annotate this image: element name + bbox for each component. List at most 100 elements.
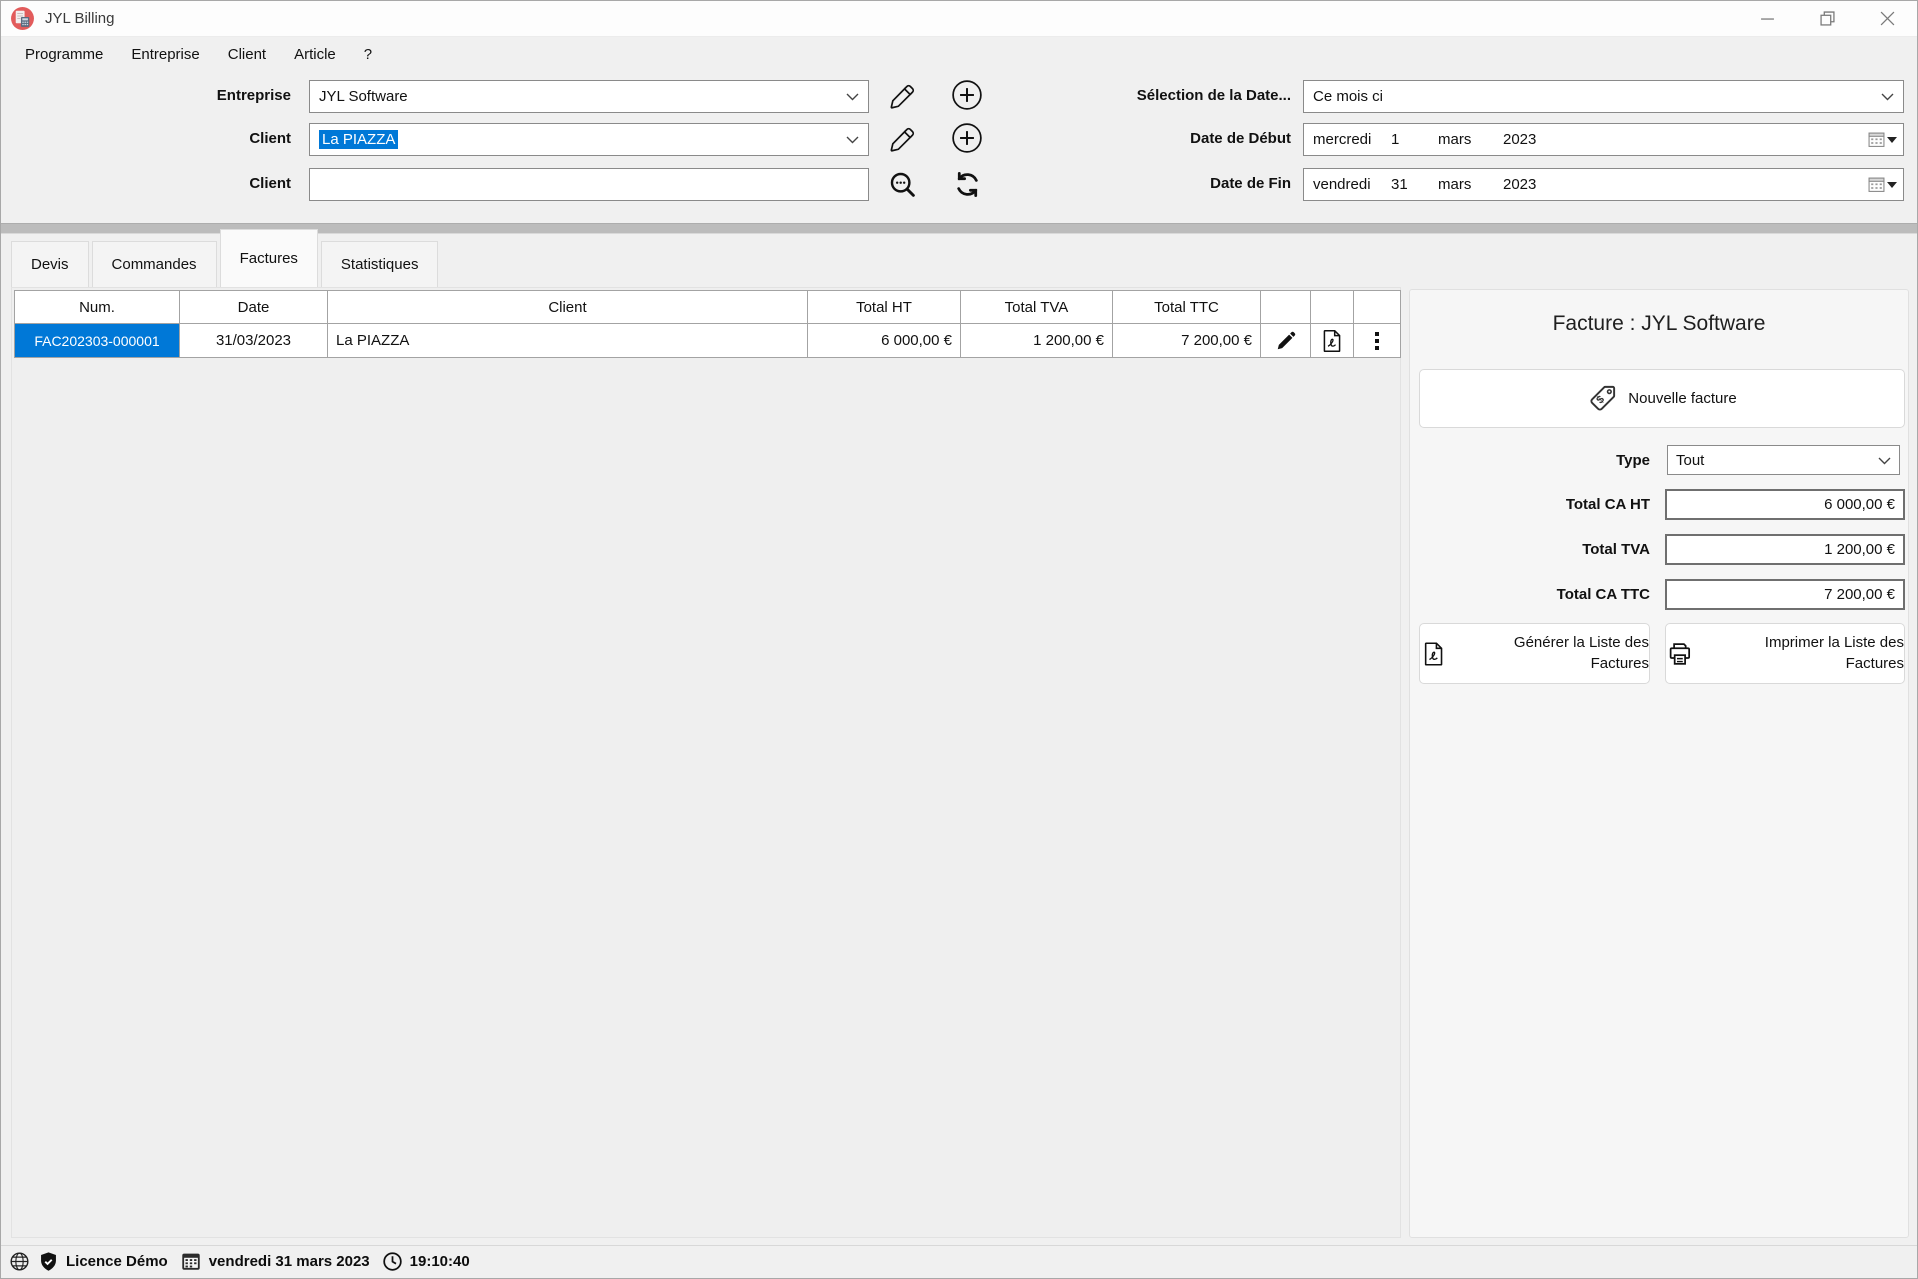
refresh-icon [953,170,982,199]
tab-factures[interactable]: Factures [220,229,318,287]
invoice-row-total-ttc[interactable]: 7 200,00 € [1113,324,1260,357]
restore-icon [1820,11,1835,26]
window-title: JYL Billing [45,10,114,27]
menu-help[interactable]: ? [364,46,372,63]
type-combobox[interactable]: Tout [1667,445,1900,475]
globe-icon [9,1251,30,1272]
entreprise-value: JYL Software [319,88,408,105]
chevron-down-icon [846,136,859,144]
calendar-dropdown-icon[interactable] [1868,176,1897,193]
add-entreprise-button[interactable] [950,78,984,112]
statusbar: Licence Démo vendredi 31 mars 2023 19:10… [1,1245,1917,1276]
invoice-row-client[interactable]: La PIAZZA [328,324,807,357]
column-header-more [1354,291,1400,323]
generate-invoice-list-button[interactable]: Générer la Liste des Factures [1419,623,1650,684]
plus-circle-icon [951,122,983,154]
date-selection-label: Sélection de la Date... [1041,87,1291,104]
menu-client[interactable]: Client [228,46,266,63]
date-end-dayname: vendredi [1313,176,1391,193]
entreprise-combobox[interactable]: JYL Software [309,80,869,113]
pencil-filled-icon [1275,330,1297,352]
column-header-total-ht[interactable]: Total HT [808,291,960,323]
pdf-icon [1319,328,1345,354]
close-button[interactable] [1857,1,1917,36]
tab-devis[interactable]: Devis [11,241,89,287]
date-selection-value: Ce mois ci [1313,88,1383,105]
licence-text: Licence Démo [66,1253,168,1270]
minimize-icon [1760,11,1775,26]
generate-invoice-list-label: Générer la Liste des Factures [1457,633,1649,674]
date-start-picker[interactable]: mercredi1mars2023 [1303,123,1904,156]
date-start-dayname: mercredi [1313,131,1391,148]
tabstrip: Devis Commandes Factures Statistiques [11,227,441,287]
edit-client-button[interactable] [885,122,919,156]
type-value: Tout [1676,452,1704,469]
invoice-row-more-button[interactable] [1354,324,1400,357]
invoice-row-total-ht[interactable]: 6 000,00 € [808,324,960,357]
print-invoice-list-label: Imprimer la Liste des Factures [1704,633,1904,674]
refresh-button[interactable] [950,167,984,201]
invoice-list-container: Num. Date Client Total HT Total TVA Tota… [11,287,1401,1238]
column-header-client[interactable]: Client [328,291,807,323]
date-start-day: 1 [1391,131,1438,148]
shield-check-icon [38,1251,59,1272]
menu-entreprise[interactable]: Entreprise [131,46,199,63]
clock-icon [382,1251,403,1272]
app-window: JYL Billing Programme Entreprise Client … [0,0,1918,1279]
total-ca-ht-label: Total CA HT [1470,496,1650,513]
invoice-row-total-tva[interactable]: 1 200,00 € [961,324,1112,357]
total-ca-ttc-label: Total CA TTC [1470,586,1650,603]
plus-circle-icon [951,79,983,111]
client-search-input[interactable] [309,168,869,201]
date-end-day: 31 [1391,176,1438,193]
date-end-month: mars [1438,176,1503,193]
total-ca-ttc-value: 7 200,00 € [1665,579,1905,610]
restore-button[interactable] [1797,1,1857,36]
minimize-button[interactable] [1737,1,1797,36]
total-tva-value: 1 200,00 € [1665,534,1905,565]
pencil-icon [889,83,916,110]
date-end-year: 2023 [1503,176,1536,193]
total-ca-ht-value: 6 000,00 € [1665,489,1905,520]
price-tag-icon: $ [1587,383,1618,414]
invoice-row-date[interactable]: 31/03/2023 [180,324,327,357]
invoice-row-pdf-button[interactable] [1311,324,1353,357]
search-client-button[interactable] [885,167,919,201]
status-date: vendredi 31 mars 2023 [209,1253,370,1270]
column-header-total-ttc[interactable]: Total TTC [1113,291,1260,323]
invoice-row-num[interactable]: FAC202303-000001 [15,324,179,357]
print-invoice-list-button[interactable]: Imprimer la Liste des Factures [1665,623,1905,684]
facture-panel: Facture : JYL Software $ Nouvelle factur… [1409,289,1909,1238]
date-end-picker[interactable]: vendredi31mars2023 [1303,168,1904,201]
date-start-label: Date de Début [1041,130,1291,147]
add-client-button[interactable] [950,121,984,155]
date-end-label: Date de Fin [1041,175,1291,192]
calendar-dropdown-icon[interactable] [1868,131,1897,148]
pencil-icon [889,126,916,153]
column-header-total-tva[interactable]: Total TVA [961,291,1112,323]
menu-programme[interactable]: Programme [25,46,103,63]
client-combobox[interactable]: La PIAZZA [309,123,869,156]
kebab-menu-icon [1375,329,1379,353]
new-invoice-button[interactable]: $ Nouvelle facture [1419,369,1905,428]
calendar-icon [180,1250,202,1272]
search-options-icon [888,170,917,199]
date-selection-combobox[interactable]: Ce mois ci [1303,80,1904,113]
client-value-selected: La PIAZZA [319,130,398,149]
invoice-table: Num. Date Client Total HT Total TVA Tota… [14,290,1401,358]
titlebar: JYL Billing [1,1,1917,37]
filter-toolbar: Entreprise JYL Software Client La PIAZZA… [1,71,1917,223]
chevron-down-icon [1878,457,1891,465]
column-header-num[interactable]: Num. [15,291,179,323]
menu-article[interactable]: Article [294,46,336,63]
tab-commandes[interactable]: Commandes [92,241,217,287]
type-label: Type [1510,452,1650,469]
pdf-icon [1420,640,1447,668]
edit-entreprise-button[interactable] [885,79,919,113]
column-header-pdf [1311,291,1353,323]
close-icon [1880,11,1895,26]
column-header-date[interactable]: Date [180,291,327,323]
tab-statistiques[interactable]: Statistiques [321,241,439,287]
menubar: Programme Entreprise Client Article ? [1,38,1917,71]
invoice-row-edit-button[interactable] [1261,324,1310,357]
